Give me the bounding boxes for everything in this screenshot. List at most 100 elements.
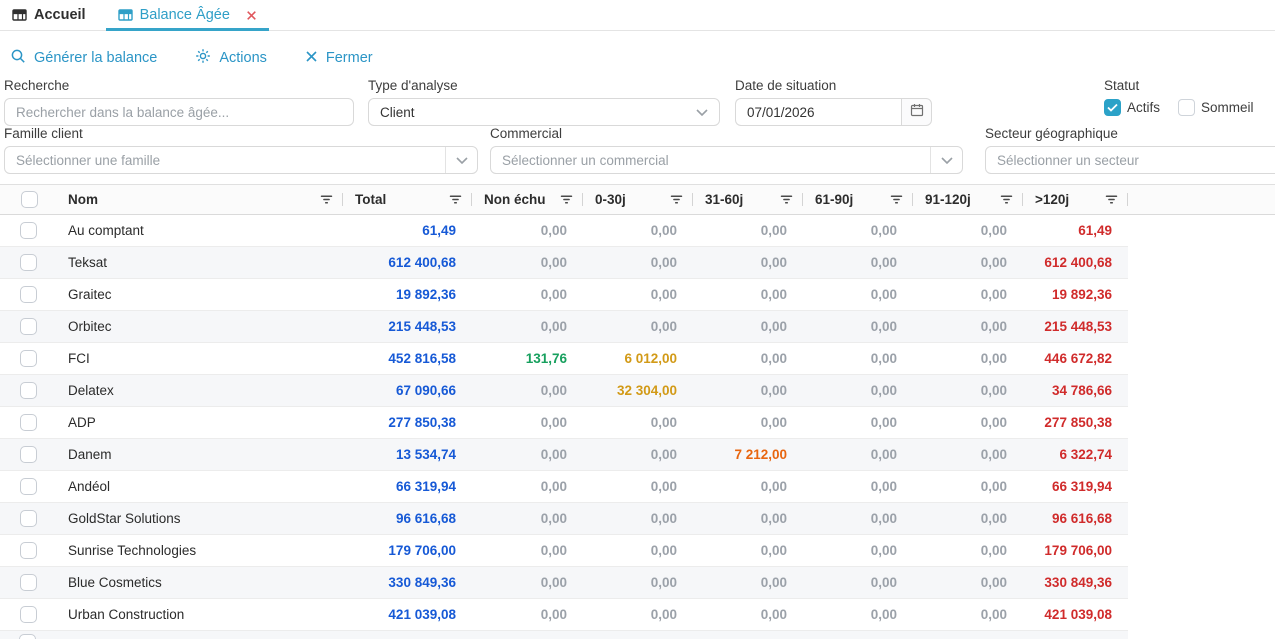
column-filter-icon[interactable] bbox=[559, 192, 574, 207]
analysis-type-label: Type d'analyse bbox=[368, 78, 720, 93]
row-checkbox[interactable] bbox=[20, 318, 37, 335]
status-checkbox-sommeil[interactable]: Sommeil bbox=[1178, 99, 1254, 116]
cell-120j: 66 319,94 bbox=[1023, 471, 1128, 502]
row-checkbox-cell bbox=[0, 247, 56, 278]
row-checkbox-cell bbox=[0, 535, 56, 566]
analysis-type-value: Client bbox=[380, 105, 415, 120]
cell-total: 612 400,68 bbox=[343, 247, 472, 278]
cell-91-120j: 0,00 bbox=[913, 375, 1023, 406]
row-checkbox-cell bbox=[0, 311, 56, 342]
cell-91-120j: 0,00 bbox=[913, 279, 1023, 310]
cell-31-60j: 0,00 bbox=[693, 503, 803, 534]
chevron-down-icon bbox=[696, 109, 708, 116]
cell-0-30j: 0,00 bbox=[583, 279, 693, 310]
row-checkbox[interactable] bbox=[20, 574, 37, 591]
commercial-select[interactable]: Sélectionner un commercial bbox=[490, 146, 963, 174]
row-name: Andéol bbox=[56, 471, 343, 502]
row-checkbox-cell bbox=[0, 471, 56, 502]
search-input[interactable] bbox=[4, 98, 354, 126]
row-name: Blue Cosmetics bbox=[56, 567, 343, 598]
row-checkbox[interactable] bbox=[19, 634, 36, 639]
row-checkbox[interactable] bbox=[20, 606, 37, 623]
table-row: Blue Cosmetics330 849,360,000,000,000,00… bbox=[0, 567, 1128, 599]
row-checkbox-cell bbox=[0, 375, 56, 406]
column-filter-icon[interactable] bbox=[999, 192, 1014, 207]
row-checkbox[interactable] bbox=[20, 510, 37, 527]
column-label: Non échu bbox=[484, 192, 546, 207]
table-row: Graitec19 892,360,000,000,000,000,0019 8… bbox=[0, 279, 1128, 311]
cell-120j: 6 322,74 bbox=[1023, 439, 1128, 470]
client-family-select[interactable]: Sélectionner une famille bbox=[4, 146, 478, 174]
row-checkbox-cell bbox=[0, 343, 56, 374]
column-header-total: Total bbox=[343, 185, 472, 214]
row-checkbox[interactable] bbox=[20, 414, 37, 431]
cell-non-chu: 0,00 bbox=[472, 407, 583, 438]
column-label: Total bbox=[355, 192, 386, 207]
row-name: FCI bbox=[56, 343, 343, 374]
cell-0-30j: 0,00 bbox=[583, 503, 693, 534]
select-all-checkbox[interactable] bbox=[21, 191, 38, 208]
row-checkbox[interactable] bbox=[20, 478, 37, 495]
partial-next-row bbox=[0, 631, 1128, 639]
cell-0-30j: 0,00 bbox=[583, 407, 693, 438]
cell-31-60j: 7 212,00 bbox=[693, 439, 803, 470]
tab-balance-agee[interactable]: Balance Âgée bbox=[116, 0, 259, 30]
row-checkbox[interactable] bbox=[20, 350, 37, 367]
row-checkbox[interactable] bbox=[20, 286, 37, 303]
row-name: Teksat bbox=[56, 247, 343, 278]
row-checkbox-cell bbox=[0, 407, 56, 438]
cell-61-90j: 0,00 bbox=[803, 375, 913, 406]
calendar-button[interactable] bbox=[901, 98, 932, 126]
cell-61-90j: 0,00 bbox=[803, 215, 913, 246]
table-grid-icon bbox=[12, 8, 27, 22]
column-filter-icon[interactable] bbox=[448, 192, 463, 207]
cell-non-chu: 0,00 bbox=[472, 247, 583, 278]
cell-0-30j: 0,00 bbox=[583, 439, 693, 470]
close-button[interactable]: Fermer bbox=[305, 50, 373, 67]
situation-date-label: Date de situation bbox=[735, 78, 932, 93]
column-filter-icon[interactable] bbox=[779, 192, 794, 207]
cell-31-60j: 0,00 bbox=[693, 535, 803, 566]
commercial-group: Commercial Sélectionner un commercial bbox=[490, 126, 963, 174]
actions-button[interactable]: Actions bbox=[195, 48, 267, 68]
cell-non-chu: 0,00 bbox=[472, 439, 583, 470]
status-checkbox-actifs[interactable]: Actifs bbox=[1104, 99, 1160, 116]
table-row: ADP277 850,380,000,000,000,000,00277 850… bbox=[0, 407, 1128, 439]
cell-91-120j: 0,00 bbox=[913, 471, 1023, 502]
analysis-type-select[interactable]: Client bbox=[368, 98, 720, 126]
cell-61-90j: 0,00 bbox=[803, 247, 913, 278]
cell-61-90j: 0,00 bbox=[803, 599, 913, 630]
column-label: Nom bbox=[68, 192, 98, 207]
cell-31-60j: 0,00 bbox=[693, 407, 803, 438]
gear-icon bbox=[195, 48, 211, 68]
column-filter-icon[interactable] bbox=[889, 192, 904, 207]
close-tab-icon[interactable] bbox=[246, 10, 257, 21]
cell-120j: 612 400,68 bbox=[1023, 247, 1128, 278]
checked-checkbox-icon bbox=[1104, 99, 1121, 116]
geo-sector-group: Secteur géographique Sélectionner un sec… bbox=[985, 126, 1275, 174]
cell-120j: 179 706,00 bbox=[1023, 535, 1128, 566]
cell-total: 179 706,00 bbox=[343, 535, 472, 566]
row-checkbox[interactable] bbox=[20, 382, 37, 399]
table-row: Sunrise Technologies179 706,000,000,000,… bbox=[0, 535, 1128, 567]
cell-61-90j: 0,00 bbox=[803, 503, 913, 534]
column-filter-icon[interactable] bbox=[669, 192, 684, 207]
table-row: Andéol66 319,940,000,000,000,000,0066 31… bbox=[0, 471, 1128, 503]
cell-61-90j: 0,00 bbox=[803, 343, 913, 374]
row-checkbox[interactable] bbox=[20, 222, 37, 239]
tab-accueil[interactable]: Accueil bbox=[10, 0, 88, 30]
generate-balance-button[interactable]: Générer la balance bbox=[10, 48, 157, 68]
row-checkbox[interactable] bbox=[20, 542, 37, 559]
row-name: Au comptant bbox=[56, 215, 343, 246]
geo-sector-select[interactable]: Sélectionner un secteur bbox=[985, 146, 1275, 174]
row-checkbox[interactable] bbox=[20, 254, 37, 271]
cell-31-60j: 0,00 bbox=[693, 567, 803, 598]
column-filter-icon[interactable] bbox=[1104, 192, 1119, 207]
table-row: Orbitec215 448,530,000,000,000,000,00215… bbox=[0, 311, 1128, 343]
cell-0-30j: 0,00 bbox=[583, 215, 693, 246]
situation-date-input[interactable] bbox=[735, 98, 901, 126]
cell-61-90j: 0,00 bbox=[803, 535, 913, 566]
column-filter-icon[interactable] bbox=[319, 192, 334, 207]
row-checkbox[interactable] bbox=[20, 446, 37, 463]
cell-total: 277 850,38 bbox=[343, 407, 472, 438]
